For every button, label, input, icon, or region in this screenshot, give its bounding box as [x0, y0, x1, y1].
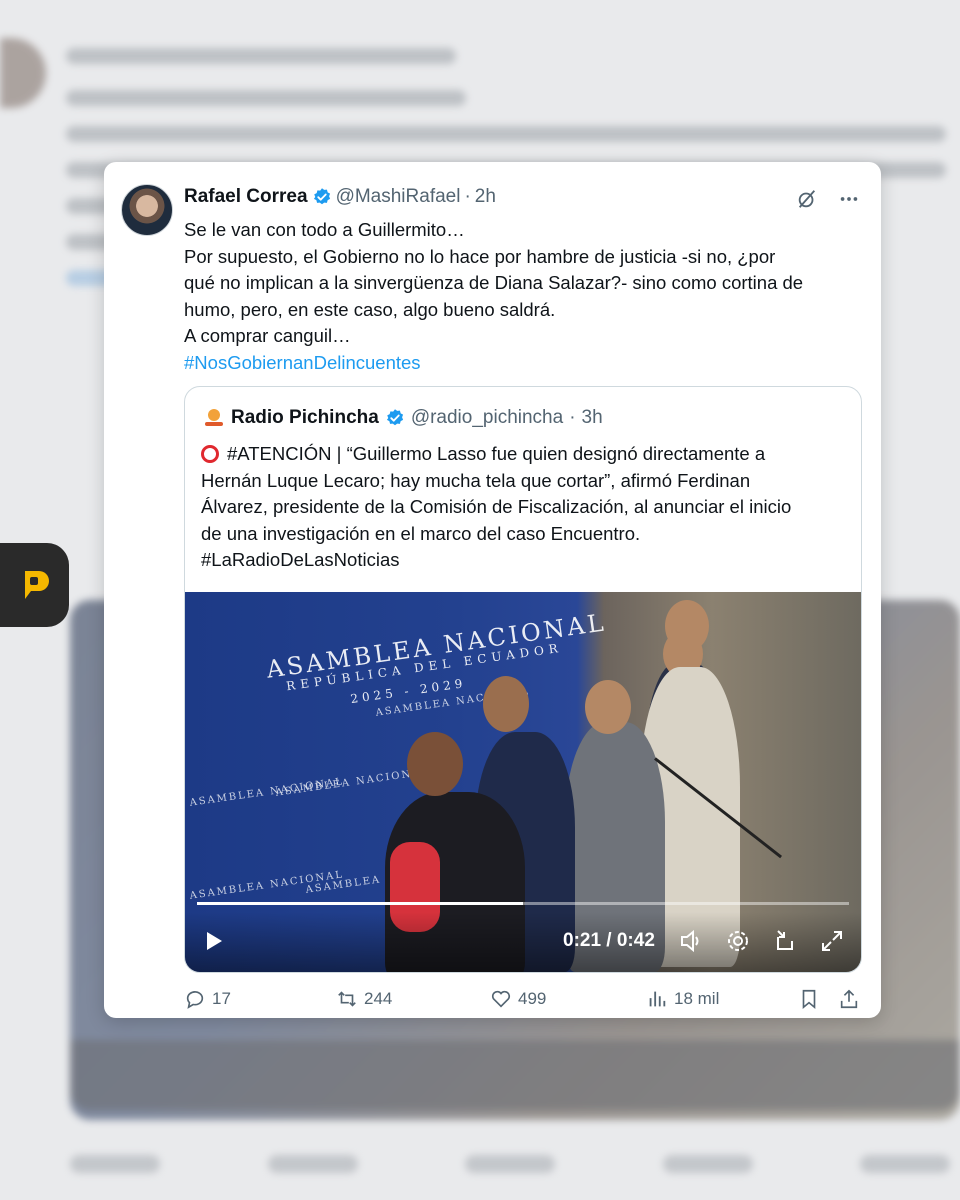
action-bar: 17 244 499 18 mil	[184, 988, 864, 1018]
grok-icon[interactable]	[795, 187, 819, 211]
quoted-text-line: Hernán Luque Lecaro; hay mucha tela que …	[201, 469, 751, 491]
verified-badge-icon	[386, 409, 403, 426]
video-time: 0:21 / 0:42	[563, 930, 655, 951]
person-head	[585, 680, 631, 734]
like-button[interactable]: 499	[490, 988, 546, 1010]
author-name[interactable]: Rafael Correa	[184, 186, 308, 208]
author-handle[interactable]: @MashiRafael	[336, 186, 461, 208]
quoted-author-name[interactable]: Radio Pichincha	[231, 407, 379, 429]
video-progress-fill	[197, 902, 523, 905]
fullscreen-icon[interactable]	[819, 928, 845, 954]
reply-icon	[186, 991, 204, 1009]
quoted-hashtag[interactable]: #LaRadioDeLasNoticias	[201, 547, 851, 574]
quoted-tweet[interactable]: Radio Pichincha @radio_pichincha · 3h #A…	[184, 386, 862, 973]
author-avatar[interactable]	[121, 184, 173, 236]
volume-icon[interactable]	[679, 928, 705, 954]
hashtag-link[interactable]: #NosGobiernanDelincuentes	[184, 350, 864, 377]
bookmark-button[interactable]	[798, 988, 820, 1010]
video-progress-bar[interactable]	[197, 902, 849, 905]
tweet-text-line: Por supuesto, el Gobierno no lo hace por…	[184, 245, 776, 267]
person-head	[407, 732, 463, 796]
popout-icon[interactable]	[773, 928, 799, 954]
tweet-text: Se le van con todo a Guillermito… Por su…	[184, 217, 864, 376]
tweet-text-line: Se le van con todo a Guillermito…	[184, 219, 465, 240]
play-icon[interactable]	[205, 931, 223, 951]
bookmark-icon	[802, 989, 816, 1010]
verified-badge-icon	[313, 188, 330, 205]
tweet-header: Rafael Correa @MashiRafael · 2h	[184, 186, 496, 208]
quoted-author-handle[interactable]: @radio_pichincha	[411, 407, 563, 429]
like-count: 499	[518, 989, 547, 1008]
reply-button[interactable]: 17	[184, 988, 231, 1010]
settings-icon[interactable]	[725, 928, 751, 954]
tweet-text-line: A comprar canguil…	[184, 325, 351, 346]
quoted-text-line: Álvarez, presidente de la Comisión de Fi…	[201, 496, 792, 517]
tweet-text-line: qué no implican a la sinvergüenza de Dia…	[184, 272, 804, 293]
quoted-text-line: #ATENCIÓN | “Guillermo Lasso fue quien d…	[227, 443, 766, 464]
views-icon	[649, 991, 666, 1007]
video-controls: 0:21 / 0:42	[185, 912, 861, 972]
person-head	[483, 676, 529, 732]
more-icon[interactable]	[837, 187, 861, 211]
tweet-card[interactable]: Rafael Correa @MashiRafael · 2h Se le va…	[104, 162, 881, 1018]
separator-dot: ·	[569, 407, 576, 428]
tweet-time[interactable]: 2h	[475, 186, 496, 208]
person-head	[665, 600, 709, 652]
share-icon	[840, 989, 858, 1009]
repost-count: 244	[364, 989, 393, 1008]
backdrop-repeat: ASAMBLEA NACIONAL	[188, 776, 345, 809]
views-count: 18 mil	[674, 989, 720, 1008]
radio-logo-avatar[interactable]	[203, 407, 225, 429]
quoted-tweet-header: Radio Pichincha @radio_pichincha · 3h	[203, 407, 603, 429]
share-button[interactable]	[838, 988, 860, 1010]
repost-icon	[338, 991, 356, 1007]
quoted-text-line: de una investigación en el marco del cas…	[201, 522, 641, 544]
red-circle-icon	[201, 445, 219, 463]
separator-dot: ·	[464, 186, 471, 207]
reply-count: 17	[212, 989, 231, 1008]
app-logo-badge	[0, 543, 69, 627]
quoted-tweet-time[interactable]: 3h	[582, 407, 603, 429]
repost-button[interactable]: 244	[336, 988, 392, 1010]
tweet-text-line: humo, pero, en este caso, algo bueno sal…	[184, 298, 556, 320]
views-button[interactable]: 18 mil	[646, 988, 719, 1010]
like-icon	[491, 990, 511, 1008]
video-player[interactable]: ASAMBLEA NACIONAL REPÚBLICA DEL ECUADOR …	[185, 592, 861, 972]
quoted-tweet-text: #ATENCIÓN | “Guillermo Lasso fue quien d…	[201, 441, 851, 574]
logo-p-icon	[24, 571, 49, 599]
